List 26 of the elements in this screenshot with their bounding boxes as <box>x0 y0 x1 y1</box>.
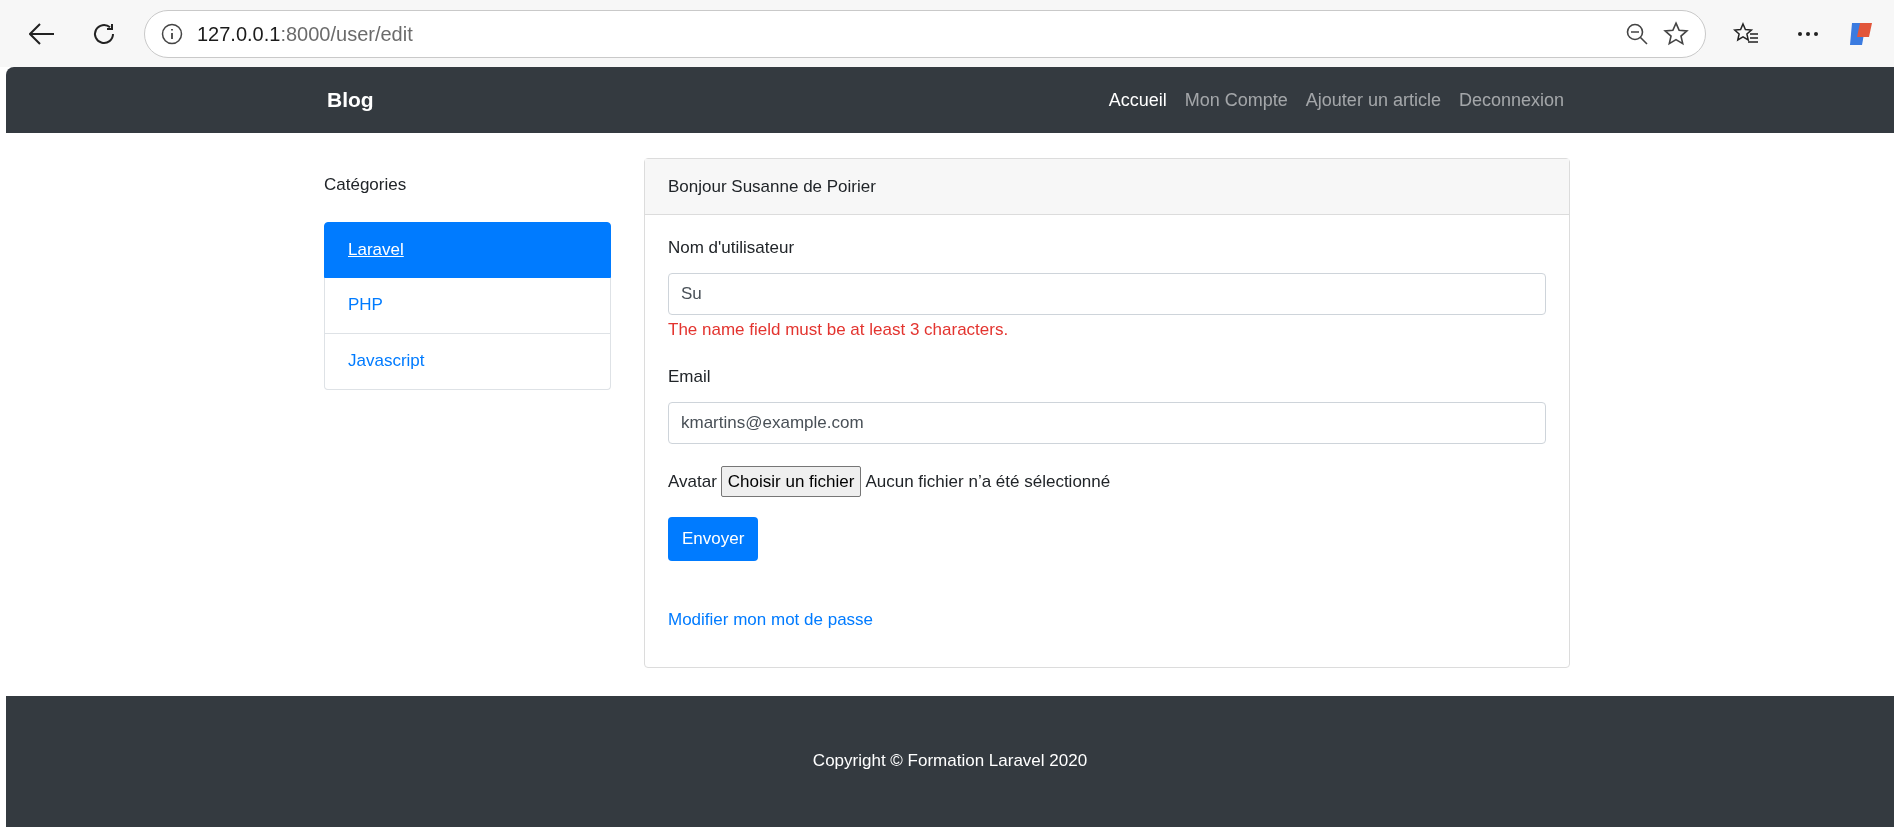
card-header-text: Bonjour Susanne de Poirier <box>668 175 876 198</box>
change-password-link[interactable]: Modifier mon mot de passe <box>668 607 874 633</box>
sidebar-title: Catégories <box>324 174 408 196</box>
category-item[interactable]: Laravel <box>324 221 611 278</box>
zoom-out-icon[interactable] <box>1625 21 1649 46</box>
nav-link[interactable]: Accueil <box>1099 86 1176 114</box>
copyright-text: Copyright © Formation Laravel 2020 <box>812 750 1088 773</box>
input-field[interactable]: kmartins@example.com <box>668 401 1546 444</box>
field-label: Email <box>668 366 712 388</box>
choose-file-button[interactable]: Choisir un fichier <box>720 465 862 497</box>
nav-link[interactable]: Mon Compte <box>1175 86 1297 114</box>
nav-link[interactable]: Deconnexion <box>1449 86 1573 114</box>
field-label: Nom d'utilisateur <box>668 237 796 259</box>
info-icon <box>161 22 183 45</box>
brand-link[interactable]: Blog <box>327 84 374 116</box>
error-message: The name field must be at least 3 characters. <box>668 318 1010 341</box>
file-status-text: Aucun fichier n’a été sélectionné <box>865 470 1111 493</box>
address-bar[interactable]: 127.0.0.1:8000/user/edit <box>144 9 1706 58</box>
nav-link[interactable]: Ajouter un article <box>1296 86 1450 114</box>
category-item[interactable]: Javascript <box>324 333 611 390</box>
category-item[interactable]: PHP <box>324 277 611 334</box>
star-icon[interactable] <box>1663 20 1689 47</box>
url-text: 127.0.0.1:8000/user/edit <box>197 21 413 47</box>
file-label: Avatar <box>668 470 717 493</box>
submit-button[interactable]: Envoyer <box>668 517 759 561</box>
input-field[interactable]: Su <box>668 272 1546 315</box>
